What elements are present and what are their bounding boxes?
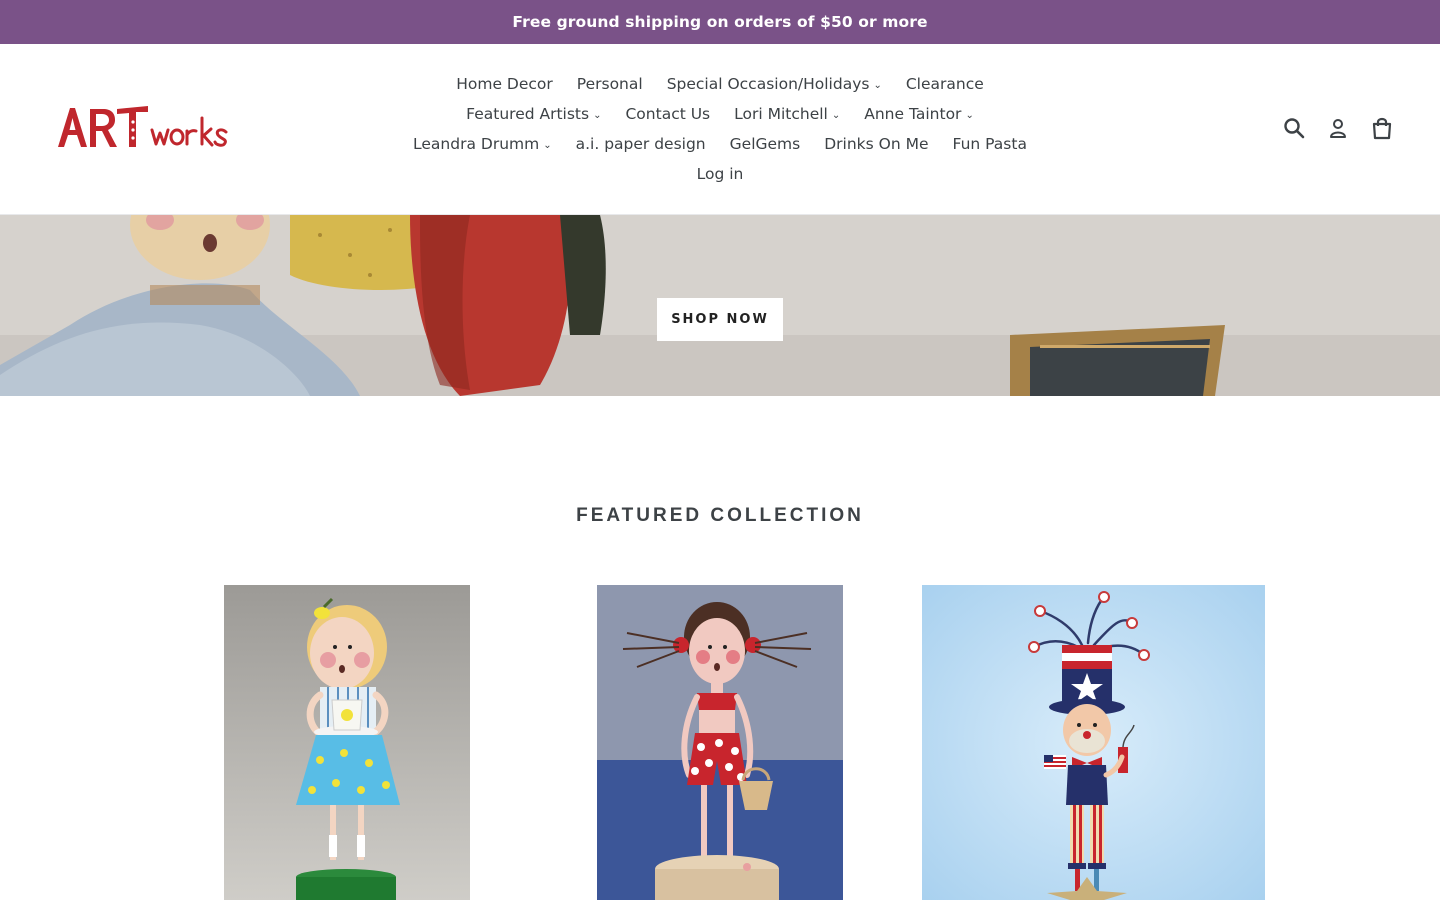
site-logo[interactable] — [56, 100, 260, 158]
product-image — [922, 585, 1265, 900]
announcement-bar: Free ground shipping on orders of $50 or… — [0, 0, 1440, 44]
featured-collection-title: FEATURED COLLECTION — [576, 505, 864, 526]
main-navigation: Home Decor Personal Special Occasion/Hol… — [400, 69, 1040, 189]
shop-now-button[interactable]: SHOP NOW — [657, 298, 783, 341]
artworks-logo-image — [58, 106, 228, 147]
nav-item-ai-paper-design[interactable]: a.i. paper design — [564, 135, 718, 153]
chevron-down-icon: ⌄ — [873, 79, 882, 91]
nav-row-1: Home Decor Personal Special Occasion/Hol… — [444, 69, 996, 99]
nav-item-anne-taintor[interactable]: Anne Taintor ⌄ — [852, 105, 986, 123]
product-card-uncle-sam-figurine[interactable] — [922, 585, 1265, 900]
header-icons — [1264, 114, 1396, 142]
hero-banner: SHOP NOW — [0, 215, 1440, 396]
nav-item-drinks-on-me[interactable]: Drinks On Me — [812, 135, 940, 153]
search-icon[interactable] — [1280, 114, 1308, 142]
cart-icon[interactable] — [1368, 114, 1396, 142]
nav-item-special-occasion-holidays[interactable]: Special Occasion/Holidays ⌄ — [655, 75, 894, 93]
product-card-beach-figurine[interactable] — [597, 585, 843, 900]
nav-row-4: Log in — [685, 159, 756, 189]
nav-item-fun-pasta[interactable]: Fun Pasta — [941, 135, 1039, 153]
chevron-down-icon: ⌄ — [965, 109, 974, 121]
chevron-down-icon: ⌄ — [831, 109, 841, 121]
nav-item-clearance[interactable]: Clearance — [894, 75, 996, 93]
announcement-text: Free ground shipping on orders of $50 or… — [512, 13, 928, 31]
nav-item-leandra-drumm[interactable]: Leandra Drumm ⌄ — [401, 135, 564, 153]
nav-item-personal[interactable]: Personal — [565, 75, 655, 93]
chevron-down-icon: ⌄ — [593, 109, 602, 121]
nav-item-featured-artists[interactable]: Featured Artists ⌄ — [454, 105, 613, 123]
account-icon[interactable] — [1324, 114, 1352, 142]
nav-item-contact-us[interactable]: Contact Us — [613, 105, 722, 123]
nav-item-gelgems[interactable]: GelGems — [718, 135, 813, 153]
nav-item-lori-mitchell[interactable]: Lori Mitchell ⌄ — [722, 105, 852, 123]
product-image — [597, 585, 843, 900]
nav-item-home-decor[interactable]: Home Decor — [444, 75, 565, 93]
product-image — [224, 585, 470, 900]
nav-row-2: Featured Artists ⌄ Contact Us Lori Mitche… — [454, 99, 986, 129]
chevron-down-icon: ⌄ — [543, 139, 552, 151]
product-card-lemonade-figurine[interactable] — [224, 585, 470, 900]
site-header: Home Decor Personal Special Occasion/Hol… — [0, 44, 1440, 215]
nav-item-log-in[interactable]: Log in — [685, 165, 756, 183]
nav-row-3: Leandra Drumm ⌄ a.i. paper design GelGems… — [401, 129, 1039, 159]
